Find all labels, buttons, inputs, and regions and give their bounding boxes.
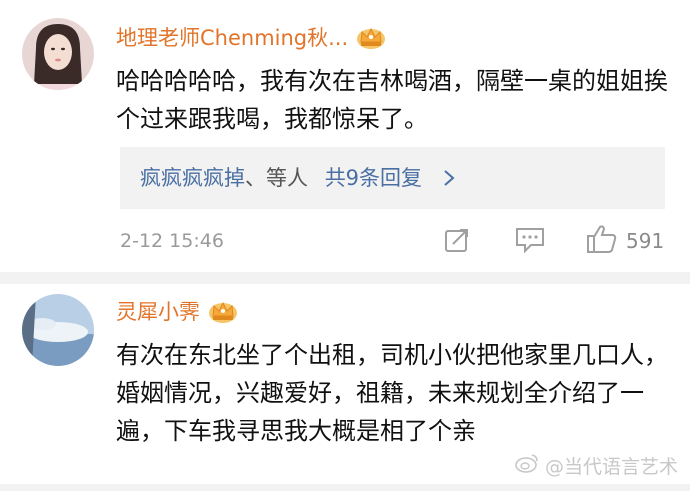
avatar[interactable] [22, 18, 94, 90]
reply-others: 、等人 [245, 166, 308, 190]
username-text[interactable]: 地理老师Chenming秋... [116, 22, 348, 52]
crown-badge-icon [356, 24, 386, 50]
username[interactable]: 地理老师Chenming秋... [116, 22, 386, 52]
chevron-right-icon [443, 166, 455, 190]
comment-item: 地理老师Chenming秋... 哈哈哈哈哈，我有次在吉林喝酒，隔壁一桌的姐姐挨… [0, 0, 690, 278]
reply-user[interactable]: 疯疯疯疯掉 [140, 166, 245, 190]
comment-text: 有次在东北坐了个出租，司机小伙把他家里几口人，婚姻情况，兴趣爱好，祖籍，未来规划… [116, 341, 668, 445]
username[interactable]: 灵犀小霁 [116, 296, 238, 326]
like-count: 591 [626, 229, 665, 253]
timestamp: 2-12 15:46 [120, 230, 224, 252]
watermark-text: @当代语言艺术 [544, 456, 678, 478]
comment-text: 哈哈哈哈哈，我有次在吉林喝酒，隔壁一桌的姐姐挨个过来跟我喝，我都惊呆了。 [116, 67, 668, 133]
username-text[interactable]: 灵犀小霁 [116, 296, 200, 326]
reply-count[interactable]: 共9条回复 [325, 166, 422, 190]
comment-icon[interactable] [515, 227, 545, 257]
avatar[interactable] [22, 294, 94, 366]
comment-divider [0, 272, 690, 284]
watermark: @当代语言艺术 [515, 452, 678, 479]
weibo-logo-icon [515, 453, 539, 478]
like-button[interactable]: 591 [586, 224, 664, 258]
crown-badge-icon [208, 298, 238, 324]
thumbs-up-icon [586, 224, 618, 258]
share-icon[interactable] [443, 226, 471, 258]
replies-summary[interactable]: 疯疯疯疯掉、等人 共9条回复 [120, 147, 665, 209]
bottom-divider [0, 484, 690, 491]
